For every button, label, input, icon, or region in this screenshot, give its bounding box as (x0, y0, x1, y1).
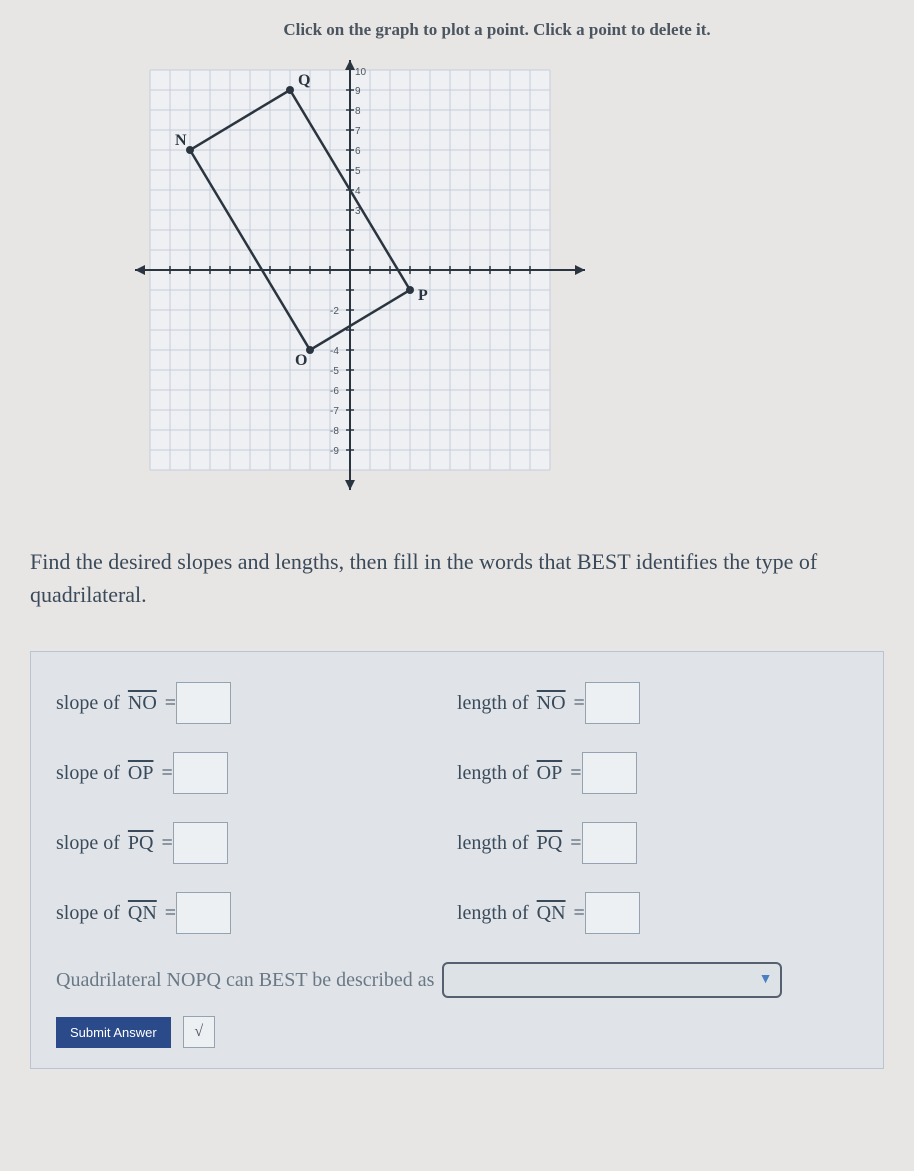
coordinate-graph[interactable]: N O P Q 10 9 8 7 6 5 4 3 -2 -4 -5 -6 -7 … (130, 60, 884, 505)
svg-text:-5: -5 (330, 366, 339, 377)
svg-text:4: 4 (355, 186, 361, 197)
svg-text:-2: -2 (330, 306, 339, 317)
svg-text:10: 10 (355, 67, 367, 78)
svg-text:7: 7 (355, 126, 361, 137)
slope-qn-label: slope of QN = (56, 902, 176, 925)
slope-no-input[interactable] (176, 682, 231, 724)
svg-text:3: 3 (355, 206, 361, 217)
chevron-down-icon: ▼ (759, 972, 773, 988)
plot-instruction: Click on the graph to plot a point. Clic… (110, 20, 884, 40)
length-no-input[interactable] (585, 682, 640, 724)
length-pq-label: length of PQ = (457, 832, 582, 855)
classification-select[interactable]: ▼ (442, 962, 782, 998)
point-label-p: P (418, 287, 428, 304)
svg-text:5: 5 (355, 166, 361, 177)
sqrt-tool-button[interactable]: √ (183, 1016, 215, 1048)
slope-pq-input[interactable] (173, 822, 228, 864)
submit-button[interactable]: Submit Answer (56, 1017, 171, 1048)
point-label-o: O (295, 352, 307, 369)
slope-op-label: slope of OP = (56, 762, 173, 785)
point-label-q: Q (298, 72, 310, 89)
slope-op-input[interactable] (173, 752, 228, 794)
svg-text:-4: -4 (330, 346, 339, 357)
svg-text:9: 9 (355, 86, 361, 97)
svg-text:-8: -8 (330, 426, 339, 437)
length-op-label: length of OP = (457, 762, 582, 785)
length-qn-label: length of QN = (457, 902, 585, 925)
describe-label: Quadrilateral NOPQ can BEST be described… (56, 969, 434, 992)
question-text: Find the desired slopes and lengths, the… (30, 545, 884, 611)
length-op-input[interactable] (582, 752, 637, 794)
length-qn-input[interactable] (585, 892, 640, 934)
slope-qn-input[interactable] (176, 892, 231, 934)
svg-text:-9: -9 (330, 446, 339, 457)
svg-text:-6: -6 (330, 386, 339, 397)
svg-text:-7: -7 (330, 406, 339, 417)
slope-no-label: slope of NO = (56, 692, 176, 715)
svg-text:6: 6 (355, 146, 361, 157)
svg-text:8: 8 (355, 106, 361, 117)
length-no-label: length of NO = (457, 692, 585, 715)
point-label-n: N (175, 132, 187, 149)
answer-panel: slope of NO = length of NO = slope of OP… (30, 651, 884, 1069)
slope-pq-label: slope of PQ = (56, 832, 173, 855)
length-pq-input[interactable] (582, 822, 637, 864)
